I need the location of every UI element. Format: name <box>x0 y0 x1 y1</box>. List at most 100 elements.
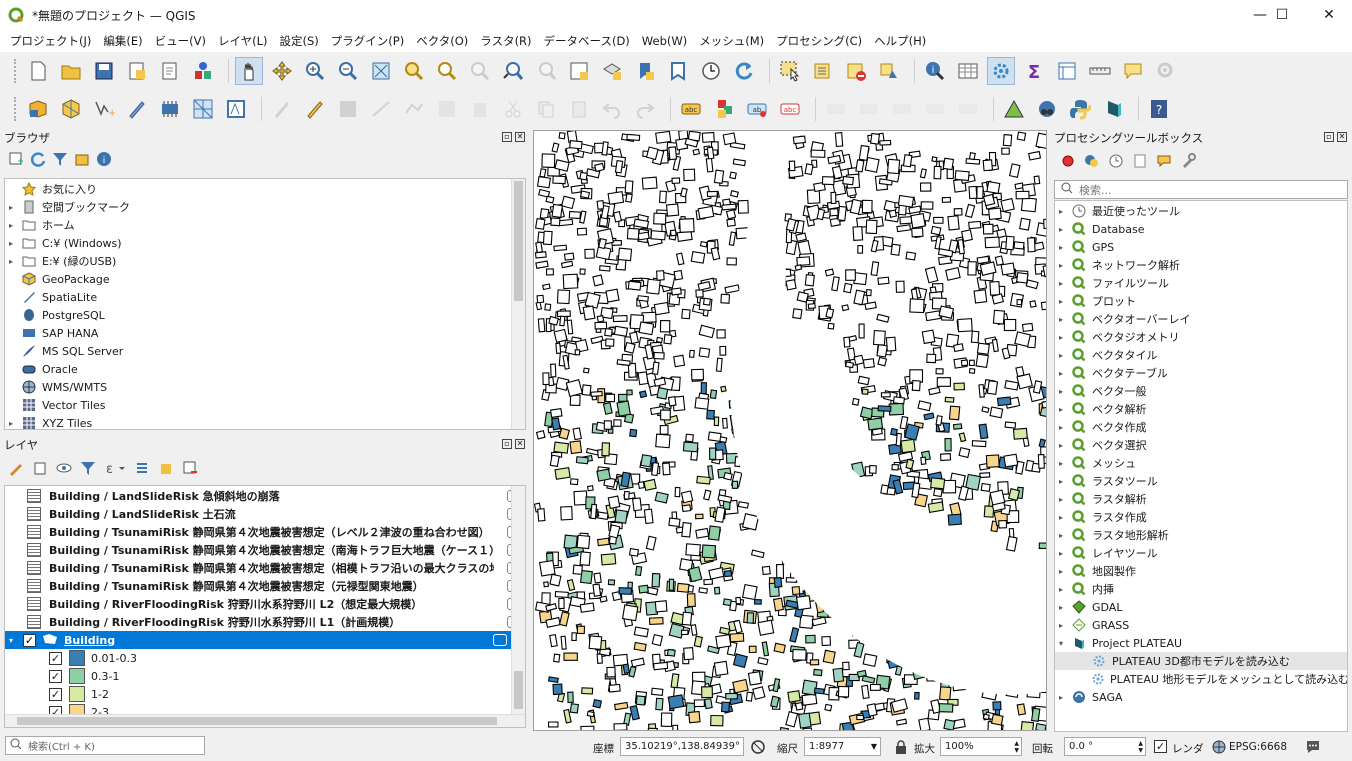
filter-expression-icon[interactable]: ε <box>104 460 134 479</box>
zoom-last-icon[interactable] <box>499 57 527 85</box>
locator-search-input[interactable]: 検索(Ctrl + K) <box>5 736 205 755</box>
layer-visibility-checkbox[interactable]: ✓ <box>23 633 36 647</box>
refresh-icon[interactable] <box>730 57 758 85</box>
expand-arrow-icon[interactable]: ▸ <box>1055 405 1067 414</box>
toolbox-group[interactable]: ▸ ベクタタイル <box>1055 346 1347 364</box>
legend-checkbox[interactable]: ✓ <box>49 687 62 701</box>
expand-arrow-icon[interactable]: ▸ <box>5 257 17 266</box>
qgis-plugin-triangle-icon[interactable] <box>1000 95 1028 123</box>
expand-arrow-icon[interactable]: ▸ <box>1055 315 1067 324</box>
expand-arrow-icon[interactable]: ▸ <box>1055 261 1067 270</box>
legend-item[interactable]: ✓ 1-2 <box>5 685 525 703</box>
scripts-icon[interactable] <box>1084 153 1108 172</box>
new-temporary-layer-icon[interactable] <box>123 95 151 123</box>
gps-settings-icon[interactable] <box>1152 57 1180 85</box>
browser-item[interactable]: SpatiaLite <box>5 288 525 306</box>
zoom-to-layer-icon[interactable] <box>433 57 461 85</box>
layers-scrollbar[interactable] <box>511 486 525 715</box>
new-annotation-layer-icon[interactable] <box>222 95 250 123</box>
show-bookmarks-icon[interactable] <box>664 57 692 85</box>
processing-toolbox-icon[interactable] <box>987 57 1015 85</box>
toolbox-group[interactable]: ▸ ラスタ解析 <box>1055 490 1347 508</box>
new-mesh-layer-icon[interactable] <box>189 95 217 123</box>
new-shapefile-layer-icon[interactable]: + <box>90 95 118 123</box>
browser-item[interactable]: Vector Tiles <box>5 396 525 414</box>
filter-icon[interactable] <box>52 151 74 170</box>
toolbox-group[interactable]: ▸ プロット <box>1055 292 1347 310</box>
browser-item[interactable]: WMS/WMTS <box>5 378 525 396</box>
expand-arrow-icon[interactable]: ▸ <box>1055 531 1067 540</box>
layer-row[interactable]: Building / RiverFloodingRisk 狩野川水系狩野川 L2… <box>5 595 525 613</box>
layer-row-selected[interactable]: ▾ ✓ Building <box>5 631 525 649</box>
new-map-view-icon[interactable] <box>565 57 593 85</box>
legend-item[interactable]: ✓ 0.01-0.3 <box>5 649 525 667</box>
cut-features-icon[interactable] <box>499 95 527 123</box>
change-label-icon[interactable] <box>921 95 949 123</box>
toolbox-group[interactable]: ▾ Project PLATEAU <box>1055 634 1347 652</box>
expand-arrow-icon[interactable]: ▸ <box>1055 423 1067 432</box>
panel-float-icon[interactable]: ▫ <box>502 132 512 142</box>
new-3d-map-view-icon[interactable] <box>598 57 626 85</box>
toolbox-group[interactable]: ▸ ベクタ一般 <box>1055 382 1347 400</box>
toolbox-group[interactable]: ▸ ベクタオーバーレイ <box>1055 310 1347 328</box>
legend-checkbox[interactable]: ✓ <box>49 651 62 665</box>
expand-arrow-icon[interactable]: ▸ <box>1055 549 1067 558</box>
browser-item[interactable]: ▸ E:¥ (緑のUSB) <box>5 252 525 270</box>
close-button[interactable]: ✕ <box>1306 0 1352 30</box>
toolbox-group[interactable]: ▸ Database <box>1055 220 1347 238</box>
vertex-tool-icon[interactable] <box>400 95 428 123</box>
expand-arrow-icon[interactable]: ▸ <box>1055 603 1067 612</box>
menu-item-11[interactable]: プロセシング(C) <box>770 33 868 49</box>
toolbox-group[interactable]: ▸ ベクタテーブル <box>1055 364 1347 382</box>
collapse-arrow-icon[interactable]: ▾ <box>9 636 23 645</box>
toolbox-group[interactable]: ▸ ラスタ地形解析 <box>1055 526 1347 544</box>
browser-item[interactable]: ▸ ホーム <box>5 216 525 234</box>
pan-to-selection-icon[interactable] <box>268 57 296 85</box>
show-hide-labels-icon[interactable] <box>822 95 850 123</box>
zoom-in-icon[interactable] <box>301 57 329 85</box>
expand-arrow-icon[interactable]: ▸ <box>1055 459 1067 468</box>
browser-item[interactable]: MS SQL Server <box>5 342 525 360</box>
coordinate-field[interactable]: 35.10219°,138.84939° <box>620 737 744 756</box>
open-project-icon[interactable] <box>57 57 85 85</box>
attribute-table-icon[interactable] <box>954 57 982 85</box>
toolbox-group[interactable]: ▸ ベクタ解析 <box>1055 400 1347 418</box>
expand-arrow-icon[interactable]: ▸ <box>5 419 17 428</box>
layer-labeling-icon[interactable]: abc <box>677 95 705 123</box>
expand-arrow-icon[interactable]: ▾ <box>1055 639 1067 648</box>
expand-arrow-icon[interactable]: ▸ <box>1055 279 1067 288</box>
collapse-all-icon[interactable] <box>74 151 96 170</box>
toolbox-search-input[interactable]: 検索... <box>1054 180 1348 199</box>
temporal-controller-icon[interactable] <box>697 57 725 85</box>
toolbox-group[interactable]: ▸ GRASS <box>1055 616 1347 634</box>
statistics-icon[interactable]: Σ <box>1020 57 1048 85</box>
map-tips-icon[interactable] <box>1119 57 1147 85</box>
zoom-full-icon[interactable] <box>367 57 395 85</box>
filter-legend-icon[interactable] <box>80 460 104 479</box>
panel-float-icon[interactable]: ▫ <box>502 439 512 449</box>
messages-icon[interactable] <box>1305 739 1321 758</box>
browser-item[interactable]: GeoPackage <box>5 270 525 288</box>
select-by-value-icon[interactable] <box>809 57 837 85</box>
deselect-features-icon[interactable] <box>842 57 870 85</box>
browser-item[interactable]: ▸ 空間ブックマーク <box>5 198 525 216</box>
expand-arrow-icon[interactable]: ▸ <box>1055 441 1067 450</box>
menu-item-4[interactable]: 設定(S) <box>274 33 325 49</box>
open-table-icon[interactable] <box>1053 57 1081 85</box>
menu-item-12[interactable]: ヘルプ(H) <box>868 33 932 49</box>
new-virtual-layer-icon[interactable] <box>156 95 184 123</box>
help-icon[interactable]: ? <box>1145 95 1173 123</box>
refresh-icon[interactable] <box>30 151 52 170</box>
save-project-icon[interactable] <box>90 57 118 85</box>
current-edits-icon[interactable] <box>268 95 296 123</box>
layer-row[interactable]: Building / TsunamiRisk 静岡県第４次地震被害想定（相模トラ… <box>5 559 525 577</box>
undo-icon[interactable] <box>598 95 626 123</box>
expand-arrow-icon[interactable]: ▸ <box>1055 585 1067 594</box>
in-place-edit-icon[interactable] <box>1156 153 1180 172</box>
measure-line-icon[interactable] <box>1086 57 1114 85</box>
scale-combobox[interactable]: 1:8977 ▼ <box>804 737 881 756</box>
plateau-plugin-icon[interactable] <box>1099 95 1127 123</box>
layer-row[interactable]: Building / LandSlideRisk 土石流 <box>5 505 525 523</box>
zoom-native-icon[interactable] <box>466 57 494 85</box>
expand-all-icon[interactable] <box>134 460 158 479</box>
